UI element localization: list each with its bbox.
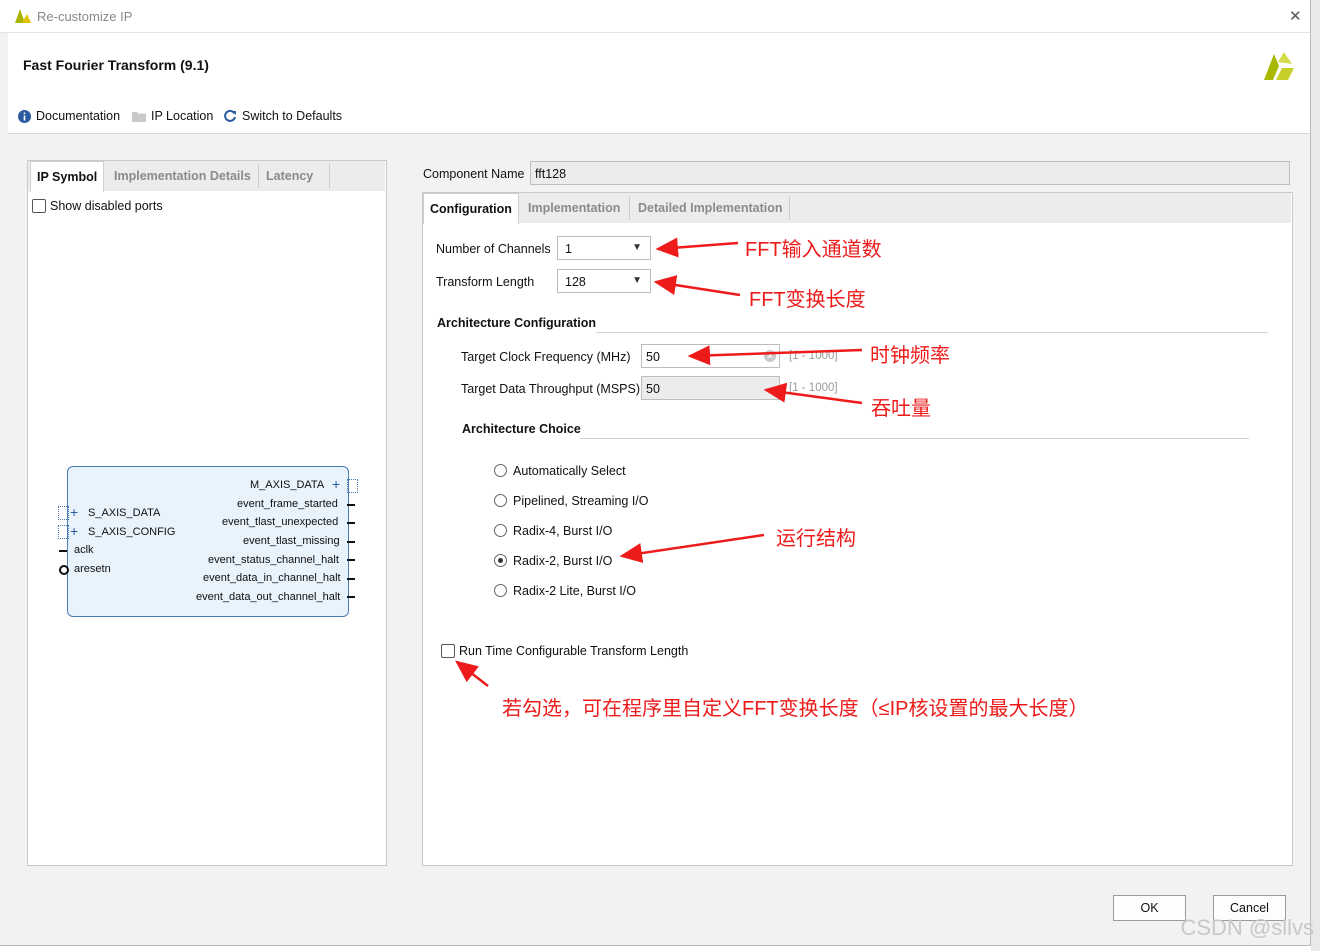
annotation-runtime: 若勾选，可在程序里自定义FFT变换长度（≤IP核设置的最大长度）: [502, 698, 1089, 720]
switch-defaults-label: Switch to Defaults: [242, 109, 343, 123]
option-label: Automatically Select: [513, 464, 626, 478]
folder-icon: [132, 112, 146, 122]
xilinx-logo-icon: [1264, 52, 1294, 80]
channels-value: 1: [565, 242, 572, 256]
annotation-throughput: 吞吐量: [871, 398, 931, 420]
pin-line: [347, 541, 355, 543]
port-label: event_data_out_channel_halt: [196, 591, 341, 603]
right-tabbar: Configuration Implementation Detailed Im…: [423, 193, 1291, 224]
tab-divider: [789, 196, 790, 220]
show-disabled-ports-label: Show disabled ports: [50, 199, 163, 213]
expand-plus-icon[interactable]: +: [70, 523, 78, 539]
divider: [596, 332, 1268, 333]
runtime-configurable-checkbox[interactable]: [441, 644, 455, 658]
pin-line: [347, 522, 355, 524]
arch-config-heading: Architecture Configuration: [437, 316, 597, 330]
transform-length-label: Transform Length: [436, 275, 535, 289]
vivado-logo-icon: [15, 9, 31, 23]
title-bar: Re-customize IP ✕: [0, 0, 1310, 33]
refresh-icon: [224, 109, 236, 122]
pin-line: [347, 559, 355, 561]
tab-divider: [258, 164, 259, 188]
ip-location-button[interactable]: IP Location: [132, 109, 213, 123]
annotation-arch: 运行结构: [776, 528, 856, 550]
throughput-input[interactable]: 50: [641, 376, 780, 400]
component-name-label: Component Name: [423, 167, 525, 181]
tab-configuration[interactable]: Configuration: [423, 193, 519, 224]
chevron-down-icon: ▼: [632, 242, 642, 253]
radio-pipelined-streaming[interactable]: [494, 494, 507, 507]
switch-defaults-button[interactable]: Switch to Defaults: [223, 109, 342, 123]
clock-frequency-input[interactable]: 50: [641, 344, 780, 368]
annotation-transform: FFT变换长度: [749, 289, 866, 311]
divider: [580, 438, 1249, 439]
annotation-clock: 时钟频率: [870, 345, 950, 367]
chevron-down-icon: ▼: [632, 275, 642, 286]
clock-frequency-range: [1 - 1000]: [789, 350, 838, 362]
ip-location-label: IP Location: [151, 109, 214, 123]
pin-line: [59, 550, 67, 552]
bus-pin-icon: [347, 479, 358, 493]
tab-latency[interactable]: Latency: [260, 161, 319, 191]
expand-plus-icon[interactable]: +: [332, 476, 340, 492]
documentation-label: Documentation: [36, 109, 121, 123]
window-title: Re-customize IP: [37, 9, 133, 24]
ok-button[interactable]: OK: [1113, 895, 1186, 921]
option-label: Radix-2, Burst I/O: [513, 554, 613, 568]
transform-length-select[interactable]: 128 ▼: [557, 269, 651, 293]
port-label: event_data_in_channel_halt: [203, 572, 341, 584]
close-icon[interactable]: ✕: [1289, 7, 1302, 25]
option-label: Radix-2 Lite, Burst I/O: [513, 584, 636, 598]
channels-label: Number of Channels: [436, 242, 551, 256]
port-label: M_AXIS_DATA: [250, 479, 325, 491]
runtime-configurable-label: Run Time Configurable Transform Length: [459, 644, 689, 658]
port-label: event_tlast_missing: [243, 535, 340, 547]
expand-plus-icon[interactable]: +: [70, 504, 78, 520]
radio-radix2-burst[interactable]: [494, 554, 507, 567]
port-label: event_status_channel_halt: [208, 554, 339, 566]
throughput-label: Target Data Throughput (MSPS): [461, 382, 641, 396]
port-label: aclk: [74, 544, 94, 556]
tab-implementation-details[interactable]: Implementation Details: [108, 161, 257, 191]
tab-ip-symbol[interactable]: IP Symbol: [30, 161, 105, 192]
background-window-strip: [1311, 0, 1320, 951]
radio-radix4-burst[interactable]: [494, 524, 507, 537]
pin-line: [347, 504, 355, 506]
port-label: event_tlast_unexpected: [222, 516, 339, 528]
watermark: CSDN @sllvs: [1180, 915, 1314, 940]
tab-detailed-implementation[interactable]: Detailed Implementation: [632, 193, 788, 223]
clock-frequency-label: Target Clock Frequency (MHz): [461, 350, 631, 364]
tab-implementation[interactable]: Implementation: [522, 193, 626, 223]
port-label: S_AXIS_DATA: [88, 507, 161, 519]
tab-divider: [329, 164, 330, 188]
arch-choice-heading: Architecture Choice: [462, 422, 581, 436]
option-label: Pipelined, Streaming I/O: [513, 494, 649, 508]
pin-line: [347, 596, 355, 598]
option-label: Radix-4, Burst I/O: [513, 524, 613, 538]
tab-divider: [629, 196, 630, 220]
clear-icon[interactable]: ✕: [764, 350, 776, 362]
port-label: aresetn: [74, 563, 111, 575]
bus-pin-icon: [58, 506, 69, 520]
left-tabbar: IP Symbol Implementation Details Latency: [28, 161, 385, 192]
transform-length-value: 128: [565, 275, 586, 289]
documentation-button[interactable]: Documentation: [18, 109, 120, 123]
pin-line: [347, 578, 355, 580]
inverted-pin-icon: [59, 565, 69, 575]
annotation-channels: FFT输入通道数: [745, 239, 882, 261]
channels-select[interactable]: 1 ▼: [557, 236, 651, 260]
bus-pin-icon: [58, 525, 69, 539]
port-label: S_AXIS_CONFIG: [88, 526, 176, 538]
throughput-range: [1 - 1000]: [789, 382, 838, 394]
component-name-input[interactable]: fft128: [530, 161, 1290, 185]
ip-title: Fast Fourier Transform (9.1): [23, 57, 209, 73]
info-icon: [18, 109, 31, 123]
radio-radix2-lite-burst[interactable]: [494, 584, 507, 597]
port-label: event_frame_started: [237, 498, 338, 510]
show-disabled-ports-checkbox[interactable]: [32, 199, 46, 213]
radio-automatically-select[interactable]: [494, 464, 507, 477]
